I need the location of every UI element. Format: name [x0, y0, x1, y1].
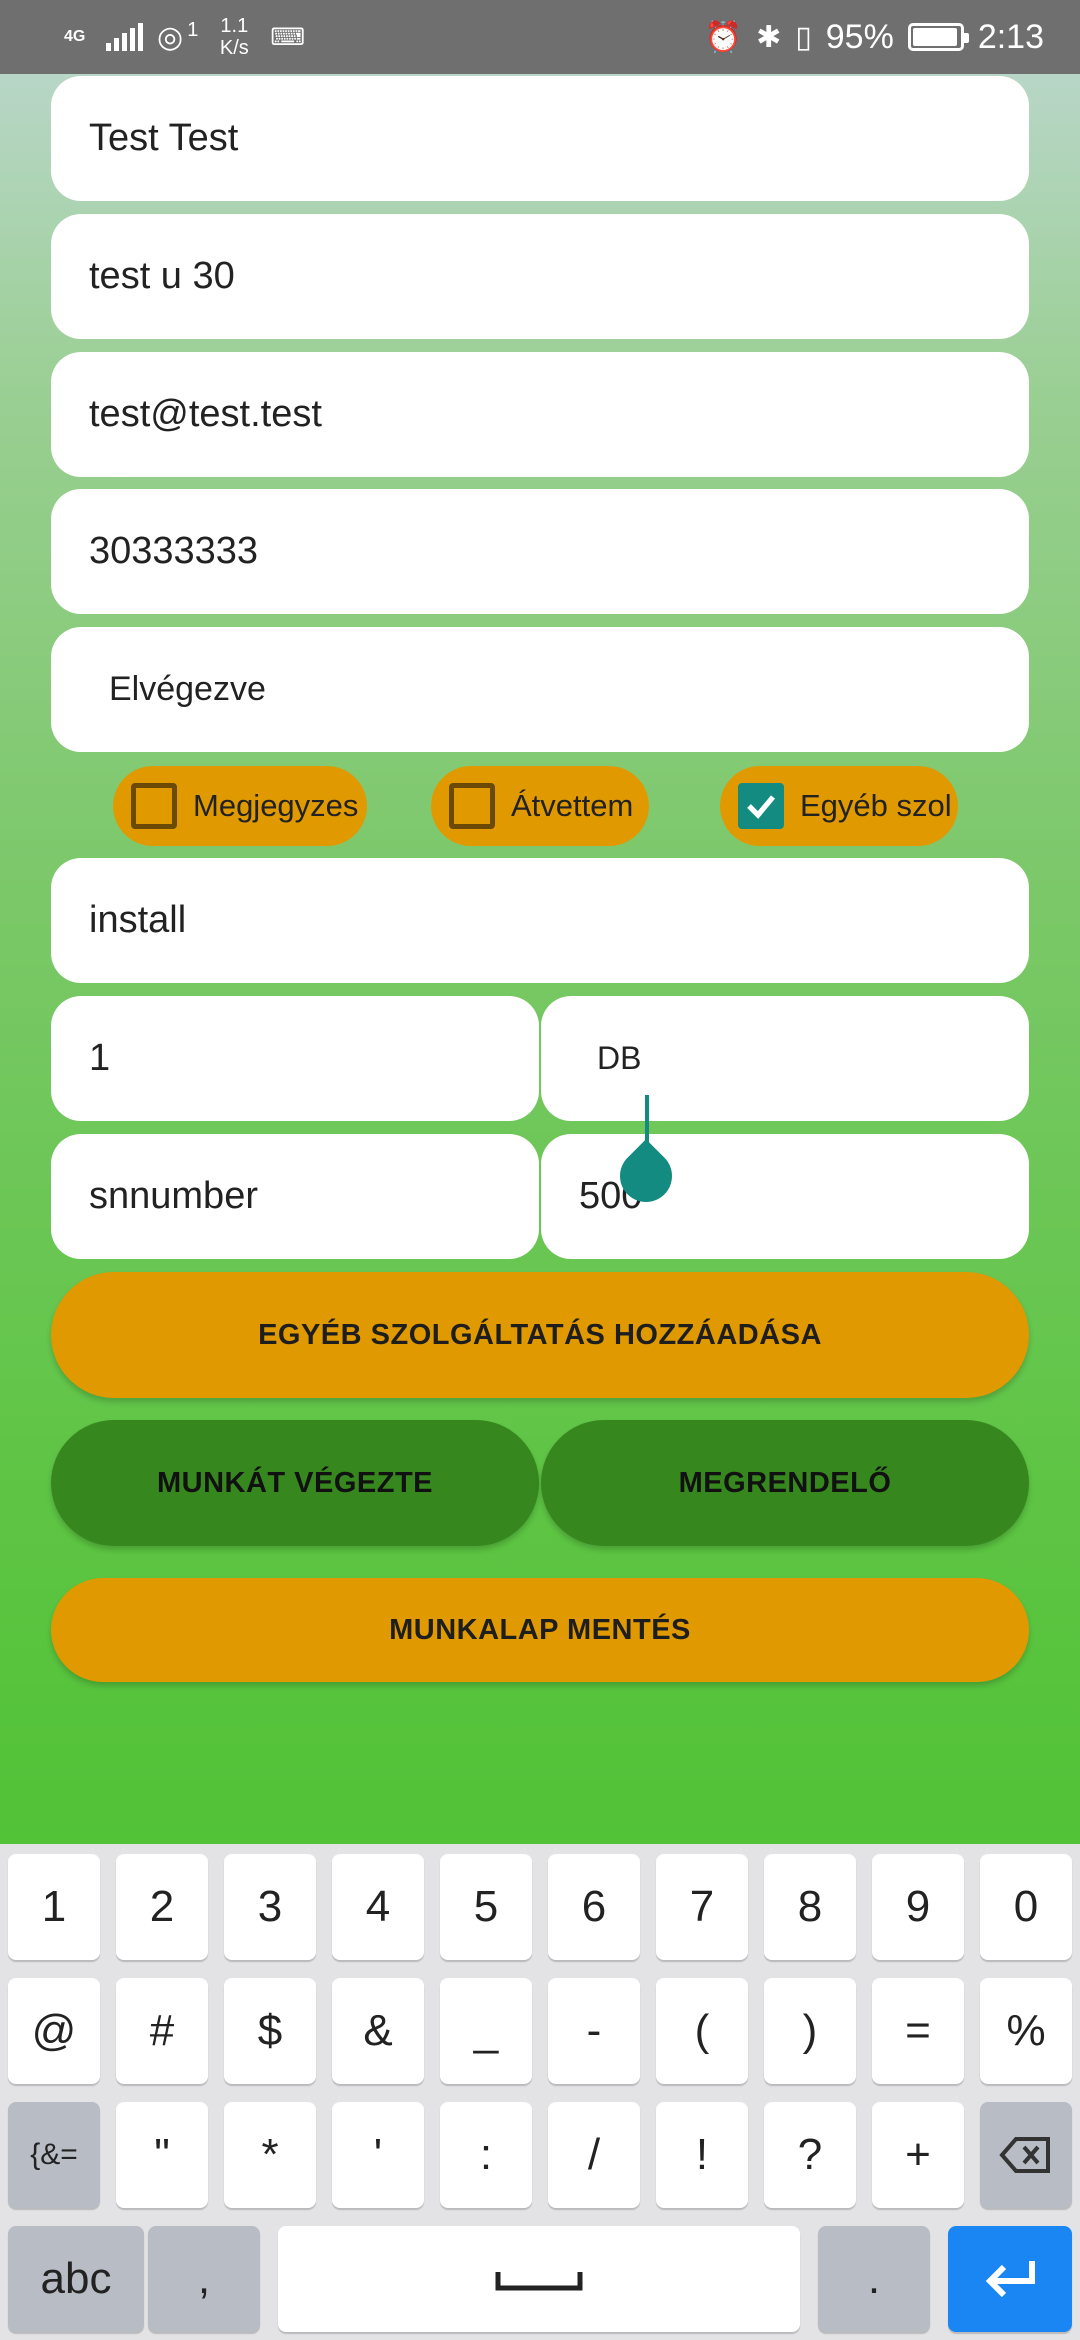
key-0[interactable]: 0: [980, 1854, 1072, 1960]
key-at[interactable]: @: [8, 1978, 100, 2084]
key-4[interactable]: 4: [332, 1854, 424, 1960]
network-type: 4G: [64, 28, 86, 45]
status-right: ⏰ ✱ ▯ 95% 2:13: [705, 18, 1044, 57]
address-field[interactable]: test u 30: [51, 214, 1029, 339]
key-close-paren[interactable]: ): [764, 1978, 856, 2084]
key-apostrophe[interactable]: ': [332, 2102, 424, 2208]
customer-signature-button[interactable]: MEGRENDELŐ: [541, 1420, 1029, 1546]
add-service-button[interactable]: EGYÉB SZOLGÁLTATÁS HOZZÁADÁSA: [51, 1272, 1029, 1398]
alarm-icon: ⏰: [704, 20, 743, 54]
save-worksheet-button[interactable]: MUNKALAP MENTÉS: [51, 1578, 1029, 1682]
vibrate-icon: ▯: [795, 20, 812, 54]
signal-icon: [106, 23, 143, 51]
key-3[interactable]: 3: [224, 1854, 316, 1960]
key-8[interactable]: 8: [764, 1854, 856, 1960]
quantity-field[interactable]: 1: [51, 996, 539, 1121]
backspace-icon: [999, 2137, 1050, 2173]
key-exclamation[interactable]: !: [656, 2102, 748, 2208]
serial-field[interactable]: snnumber: [51, 1134, 539, 1259]
bluetooth-icon: ✱: [756, 20, 782, 54]
enter-icon: [985, 2261, 1035, 2298]
key-colon[interactable]: :: [440, 2102, 532, 2208]
checkbox-egyeb-szol[interactable]: Egyéb szol: [720, 766, 958, 846]
key-double-quote[interactable]: ": [116, 2102, 208, 2208]
email-field[interactable]: test@test.test: [51, 352, 1029, 477]
key-equals[interactable]: =: [872, 1978, 964, 2084]
more-symbols-label: {&=: [30, 2138, 78, 2171]
phone-field[interactable]: 30333333: [51, 489, 1029, 614]
key-open-paren[interactable]: (: [656, 1978, 748, 2084]
speed-unit: K/s: [219, 37, 249, 59]
key-2[interactable]: 2: [116, 1854, 208, 1960]
checkbox-label: Egyéb szol: [800, 788, 952, 823]
key-question[interactable]: ?: [764, 2102, 856, 2208]
checkbox-megjegyzes[interactable]: Megjegyzes: [113, 766, 367, 846]
key-ampersand[interactable]: &: [332, 1978, 424, 2084]
worker-signature-button[interactable]: MUNKÁT VÉGEZTE: [51, 1420, 539, 1546]
key-7[interactable]: 7: [656, 1854, 748, 1960]
key-5[interactable]: 5: [440, 1854, 532, 1960]
key-plus[interactable]: +: [872, 2102, 964, 2208]
keyboard-icon: ⌨: [270, 23, 305, 51]
key-minus[interactable]: -: [548, 1978, 640, 2084]
unit-select[interactable]: DB: [541, 996, 1029, 1121]
key-more-symbols[interactable]: {&=: [8, 2102, 100, 2208]
key-slash[interactable]: /: [548, 2102, 640, 2208]
network-speed: 1.1 K/s: [212, 15, 256, 59]
checkbox-label: Átvettem: [511, 788, 634, 823]
status-bar: 4G ◎ 1 1.1 K/s ⌨ ⏰ ✱ ▯ 95% 2:13: [0, 0, 1080, 74]
clock: 2:13: [977, 17, 1044, 56]
key-asterisk[interactable]: *: [224, 2102, 316, 2208]
battery-percent: 95%: [825, 17, 894, 56]
key-1[interactable]: 1: [8, 1854, 100, 1960]
price-field[interactable]: 500: [541, 1134, 1029, 1259]
key-backspace[interactable]: [980, 2102, 1072, 2208]
checkbox-box[interactable]: [131, 783, 177, 829]
hotspot-icon: ◎: [157, 20, 184, 54]
checkbox-box[interactable]: [449, 783, 495, 829]
space-icon: [495, 2272, 583, 2291]
checkbox-box[interactable]: [738, 783, 784, 829]
key-enter[interactable]: [948, 2226, 1072, 2332]
key-abc[interactable]: abc: [8, 2226, 144, 2332]
key-hash[interactable]: #: [116, 1978, 208, 2084]
battery-icon: [907, 23, 969, 51]
key-9[interactable]: 9: [872, 1854, 964, 1960]
status-select[interactable]: Elvégezve: [51, 627, 1029, 752]
key-underscore[interactable]: _: [440, 1978, 532, 2084]
key-comma[interactable]: ,: [148, 2226, 260, 2332]
service-field[interactable]: install: [51, 858, 1029, 983]
checkbox-atvettem[interactable]: Átvettem: [431, 766, 649, 846]
numeric-symbol-keyboard: 1 2 3 4 5 6 7 8 9 0 @ # $ & _ - ( ) = % …: [0, 1844, 1080, 2340]
checkmark-icon: [747, 795, 776, 819]
key-space[interactable]: [278, 2226, 800, 2332]
key-dollar[interactable]: $: [224, 1978, 316, 2084]
status-left: 4G ◎ 1 1.1 K/s ⌨: [64, 15, 305, 59]
speed-value: 1.1: [220, 15, 249, 37]
key-6[interactable]: 6: [548, 1854, 640, 1960]
hotspot-count: 1: [187, 18, 199, 41]
checkbox-label: Megjegyzes: [193, 788, 359, 823]
key-percent[interactable]: %: [980, 1978, 1072, 2084]
key-period[interactable]: .: [818, 2226, 930, 2332]
name-field[interactable]: Test Test: [51, 76, 1029, 201]
